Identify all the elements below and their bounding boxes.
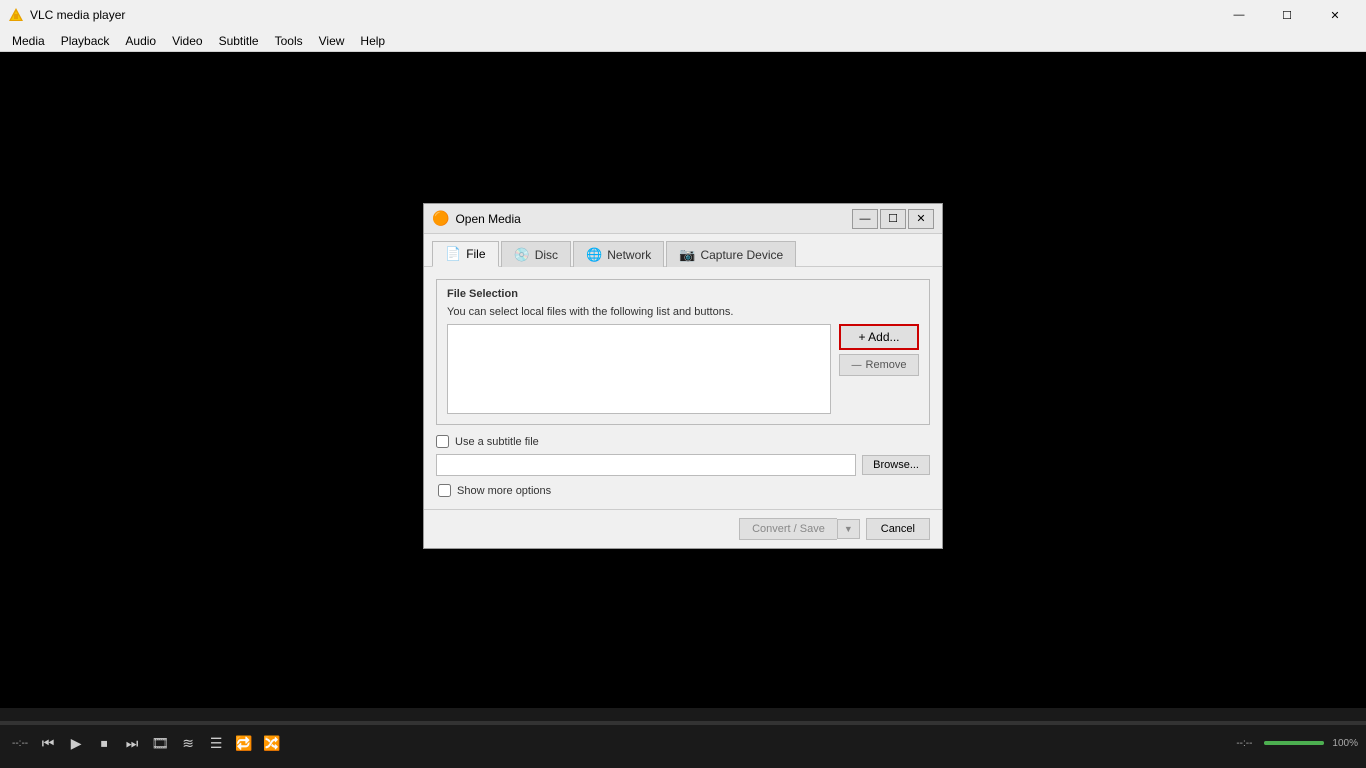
menu-video[interactable]: Video <box>164 30 210 51</box>
tab-capture-label: Capture Device <box>700 248 783 262</box>
menu-bar: Media Playback Audio Video Subtitle Tool… <box>0 30 1366 52</box>
remove-label: Remove <box>866 359 907 371</box>
minimize-button[interactable]: — <box>1216 0 1262 30</box>
tab-disc[interactable]: 💿 Disc <box>501 241 572 267</box>
dialog-maximize-button[interactable]: ☐ <box>880 209 906 229</box>
file-selection-label: File Selection <box>447 288 919 300</box>
tab-file-label: File <box>466 247 485 261</box>
volume-slider[interactable] <box>1264 741 1324 745</box>
menu-playback[interactable]: Playback <box>53 30 118 51</box>
dialog-body: File Selection You can select local file… <box>424 267 942 509</box>
tab-file[interactable]: 📄 File <box>432 241 499 267</box>
file-selection-group: File Selection You can select local file… <box>436 279 930 425</box>
skip-forward-button[interactable]: ⏭ <box>120 731 144 755</box>
dialog-overlay: 🟠 Open Media — ☐ ✕ 📄 File 💿 Disc <box>0 104 1366 648</box>
stop-button[interactable]: ⏹ <box>92 731 116 755</box>
remove-icon: — <box>852 360 862 371</box>
close-button[interactable]: ✕ <box>1312 0 1358 30</box>
playlist-button[interactable]: ☰ <box>204 731 228 755</box>
title-bar: VLC media player — ☐ ✕ <box>0 0 1366 30</box>
tab-capture[interactable]: 📷 Capture Device <box>666 241 796 267</box>
open-media-dialog: 🟠 Open Media — ☐ ✕ 📄 File 💿 Disc <box>423 203 943 549</box>
maximize-button[interactable]: ☐ <box>1264 0 1310 30</box>
subtitle-input-row: Browse... <box>436 454 930 476</box>
vlc-icon <box>8 7 24 23</box>
subtitle-input[interactable] <box>436 454 856 476</box>
file-tab-icon: 📄 <box>445 246 461 262</box>
disc-tab-icon: 💿 <box>514 247 530 263</box>
show-more-label: Show more options <box>457 485 551 497</box>
cancel-button[interactable]: Cancel <box>866 518 930 540</box>
subtitle-section: Use a subtitle file Browse... <box>436 435 930 476</box>
show-more-row: Show more options <box>436 484 930 497</box>
tab-disc-label: Disc <box>535 248 558 262</box>
progress-bar-container[interactable] <box>0 721 1366 725</box>
main-area: 🟠 Open Media — ☐ ✕ 📄 File 💿 Disc <box>0 52 1366 708</box>
show-more-checkbox[interactable] <box>438 484 451 497</box>
tabs-container: 📄 File 💿 Disc 🌐 Network 📷 Capture Device <box>424 234 942 267</box>
subtitle-row: Use a subtitle file <box>436 435 930 448</box>
dialog-icon: 🟠 <box>432 210 449 227</box>
add-button[interactable]: + Add... <box>839 324 919 350</box>
volume-label: 100% <box>1332 738 1358 749</box>
menu-audio[interactable]: Audio <box>117 30 164 51</box>
loop-button[interactable]: 🔁 <box>232 731 256 755</box>
tab-network[interactable]: 🌐 Network <box>573 241 664 267</box>
tab-network-label: Network <box>607 248 651 262</box>
menu-help[interactable]: Help <box>352 30 393 51</box>
menu-media[interactable]: Media <box>4 30 53 51</box>
bottom-toolbar: --:-- ⏮ ▶ ⏹ ⏭ 🎞 ≋ ☰ 🔁 🔀 --:-- 100% <box>0 708 1366 768</box>
menu-view[interactable]: View <box>311 30 353 51</box>
file-buttons: + Add... — Remove <box>839 324 919 376</box>
convert-save-button-group: Convert / Save ▼ <box>739 518 860 540</box>
subtitle-label: Use a subtitle file <box>455 436 539 448</box>
play-button[interactable]: ▶ <box>64 731 88 755</box>
title-controls: — ☐ ✕ <box>1216 0 1358 30</box>
dialog-footer: Convert / Save ▼ Cancel <box>424 509 942 548</box>
dialog-controls: — ☐ ✕ <box>852 209 934 229</box>
app-title: VLC media player <box>30 8 1216 22</box>
random-button[interactable]: 🔀 <box>260 731 284 755</box>
equalizer-button[interactable]: ≋ <box>176 731 200 755</box>
time-left: --:-- <box>12 738 28 749</box>
capture-tab-icon: 📷 <box>679 247 695 263</box>
convert-save-dropdown[interactable]: ▼ <box>837 519 860 539</box>
dialog-title: Open Media <box>455 212 852 226</box>
subtitle-checkbox[interactable] <box>436 435 449 448</box>
convert-save-button[interactable]: Convert / Save <box>739 518 837 540</box>
file-selection-description: You can select local files with the foll… <box>447 306 919 318</box>
file-list-box[interactable] <box>447 324 831 414</box>
network-tab-icon: 🌐 <box>586 247 602 263</box>
time-right: --:-- <box>1236 738 1252 749</box>
dialog-title-bar: 🟠 Open Media — ☐ ✕ <box>424 204 942 234</box>
menu-subtitle[interactable]: Subtitle <box>211 30 267 51</box>
volume-fill <box>1264 741 1324 745</box>
remove-button[interactable]: — Remove <box>839 354 919 376</box>
dialog-minimize-button[interactable]: — <box>852 209 878 229</box>
frame-button[interactable]: 🎞 <box>148 731 172 755</box>
menu-tools[interactable]: Tools <box>267 30 311 51</box>
dialog-close-button[interactable]: ✕ <box>908 209 934 229</box>
skip-back-button[interactable]: ⏮ <box>36 731 60 755</box>
browse-button[interactable]: Browse... <box>862 455 930 475</box>
toolbar-controls: --:-- ⏮ ▶ ⏹ ⏭ 🎞 ≋ ☰ 🔁 🔀 --:-- 100% <box>0 731 1366 755</box>
file-list-row: + Add... — Remove <box>447 324 919 414</box>
